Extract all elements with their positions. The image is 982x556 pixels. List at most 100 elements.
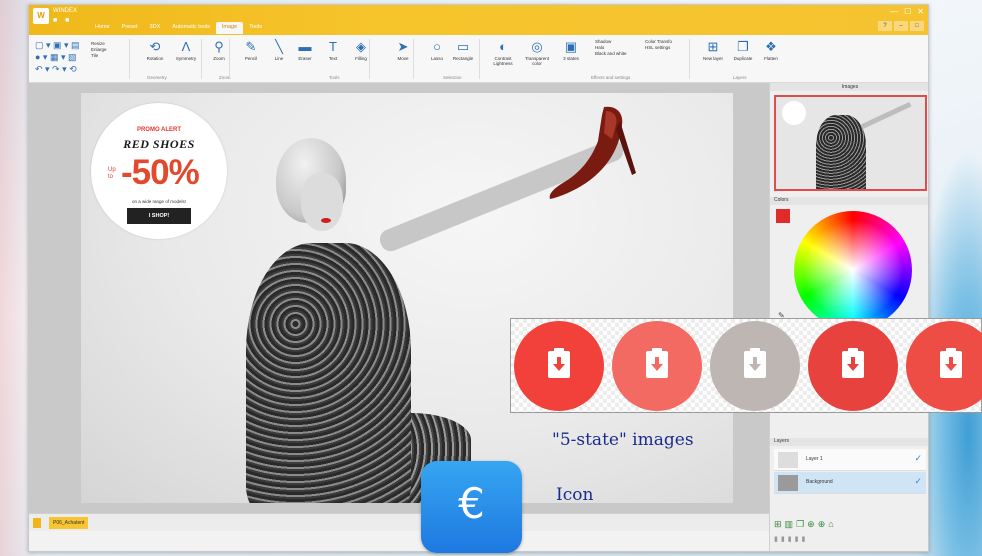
ribbon-button-label: Rectangle <box>452 56 474 61</box>
layer-visible-check-icon[interactable]: ✓ <box>914 453 922 464</box>
black-white-item[interactable]: Black and white <box>595 51 627 57</box>
menu-tab-tools[interactable]: Tools <box>243 22 268 34</box>
current-color-swatch[interactable] <box>776 209 790 223</box>
maximize-button[interactable]: ☐ <box>904 7 911 16</box>
app-name: WINDEX <box>53 8 77 14</box>
thumbnail-figure <box>816 115 866 189</box>
ribbon-separator <box>479 39 480 79</box>
state-image-1 <box>514 321 604 411</box>
contrast-icon: ◐ <box>499 39 507 54</box>
minimize-button[interactable]: — <box>890 7 898 16</box>
five-state-caption: "5-state" images <box>552 430 694 450</box>
lasso-button[interactable]: ○ Lasso <box>423 38 451 61</box>
rotation-button[interactable]: ⟲ Rotation <box>141 38 169 61</box>
layer-option-icon[interactable]: ▮ <box>788 535 792 543</box>
promo-subtitle: on a wide range of models! <box>131 199 187 204</box>
3-states-button[interactable]: ▣ 3 states <box>557 38 585 61</box>
rotate-icon: ⟲ <box>149 39 161 54</box>
eraser-button[interactable]: ▬ Eraser <box>291 38 319 61</box>
contrast-lightness-button[interactable]: ◐ Contrast Lightness <box>489 38 517 66</box>
thumbnail-arm <box>854 101 912 132</box>
layer-row[interactable]: Layer 1 ✓ <box>774 449 926 471</box>
ribbon-separator <box>201 39 202 79</box>
quick-access-toolbar[interactable]: ■ ■ <box>53 17 72 24</box>
flatten-icon: ❖ <box>765 39 777 54</box>
add-layer-icon[interactable]: ⊞ <box>774 519 782 530</box>
document-tab[interactable]: P06_Achatent <box>49 517 89 529</box>
help-button[interactable]: ? <box>878 21 892 31</box>
text-button[interactable]: T Text <box>319 38 347 61</box>
close-button[interactable]: ✕ <box>917 7 924 16</box>
ribbon-minimize-button[interactable]: – <box>894 21 908 31</box>
menu-tab-home[interactable]: Home <box>89 22 116 34</box>
flatten-button[interactable]: ❖ Flatten <box>757 38 785 61</box>
help-buttons: ? – □ <box>878 21 924 31</box>
rectangle-button[interactable]: ▭ Rectangle <box>449 38 477 61</box>
merge-icon[interactable]: ⌂ <box>828 519 833 530</box>
text-icon: T <box>329 39 337 54</box>
ribbon-separator <box>413 39 414 79</box>
promo-title: RED SHOES <box>123 137 195 151</box>
document-logo-icon <box>33 518 41 528</box>
ribbon-button-label: Rotation <box>146 56 164 61</box>
effects-list-2: Color Transfo HSL settings <box>645 39 672 51</box>
euro-icon: € <box>458 479 485 528</box>
thumbnail-promo <box>782 101 806 125</box>
layer-visible-check-icon[interactable]: ✓ <box>914 476 922 487</box>
ribbon-button-label: Flatten <box>764 56 778 61</box>
menu-tab-preset[interactable]: Preset <box>116 22 144 34</box>
ribbon-button-label: Line <box>274 56 284 61</box>
promo-alert-text: PROMO ALERT <box>136 127 182 133</box>
promo-up-to: Up to <box>108 167 116 180</box>
layer-tools-secondary: ▮ ▮ ▮ ▮ ▮ <box>774 535 805 543</box>
symmetry-icon: Λ <box>181 39 191 54</box>
menu-tab-3dx[interactable]: 3DX <box>144 22 167 34</box>
ribbon-button-label: Symmetry <box>175 56 197 61</box>
new-layer-button[interactable]: ⊞ New layer <box>699 38 727 61</box>
move-up-icon[interactable]: ⊕ <box>818 519 826 530</box>
pencil-button[interactable]: ✎ Pencil <box>237 38 265 61</box>
red-shoe-image <box>549 106 636 199</box>
promo-shop-button: I SHOP! <box>127 208 191 224</box>
states-icon: ▣ <box>564 39 578 54</box>
ribbon-button-label: New layer <box>702 56 723 61</box>
layers-panel-title: Layers <box>770 438 928 446</box>
ribbon-button-label: Duplicate <box>733 56 753 61</box>
duplicate-icon: ❐ <box>737 39 749 54</box>
layer-row[interactable]: Background ✓ <box>774 472 926 494</box>
move-down-icon[interactable]: ⊕ <box>807 519 815 530</box>
tile-item[interactable]: Tile <box>91 53 107 59</box>
layer-option-icon[interactable]: ▮ <box>774 535 778 543</box>
layer-option-icon[interactable]: ▮ <box>801 535 805 543</box>
layer-option-icon[interactable]: ▮ <box>781 535 785 543</box>
ribbon-group-label: Selection <box>443 75 462 80</box>
menu-tab-automatic-tools[interactable]: Automatic tools <box>166 22 216 34</box>
transparent-color-button[interactable]: ◎ Transparent color <box>523 38 551 66</box>
image-thumbnail[interactable] <box>774 95 927 191</box>
eraser-icon: ▬ <box>298 39 312 54</box>
delete-layer-icon[interactable]: ▥ <box>785 519 794 530</box>
file-buttons[interactable]: ▢ ▾ ▣ ▾ ▤ ● ▾ ▦ ▾ ▧ ↶ ▾ ↷ ▾ ⟲ <box>35 39 80 75</box>
filling-button[interactable]: ◈ Filling <box>347 38 375 61</box>
layer-option-icon[interactable]: ▮ <box>795 535 799 543</box>
state-image-2 <box>612 321 702 411</box>
app-logo-icon: W <box>33 8 49 24</box>
color-wheel[interactable] <box>794 211 912 329</box>
state-image-4 <box>808 321 898 411</box>
hsl-settings-item[interactable]: HSL settings <box>645 45 672 51</box>
menu-tab-image[interactable]: Image <box>215 22 244 34</box>
duplicate-button[interactable]: ❐ Duplicate <box>729 38 757 61</box>
copy-layer-icon[interactable]: ❐ <box>796 519 804 530</box>
clipboard-download-icon <box>940 348 962 378</box>
ribbon-button-label: 3 states <box>563 56 579 61</box>
layer-name: Background <box>806 479 833 485</box>
ribbon-restore-button[interactable]: □ <box>910 21 924 31</box>
window-controls: — ☐ ✕ <box>890 7 924 16</box>
symmetry-button[interactable]: Λ Symmetry <box>172 38 200 61</box>
line-button[interactable]: ╲ Line <box>265 38 293 61</box>
photo-dress <box>246 243 411 503</box>
ribbon-separator <box>129 39 130 79</box>
rectangle-icon: ▭ <box>456 39 470 54</box>
ribbon-button-label: Pencil <box>244 56 258 61</box>
effects-list: Shadow Halo Black and white <box>595 39 627 57</box>
